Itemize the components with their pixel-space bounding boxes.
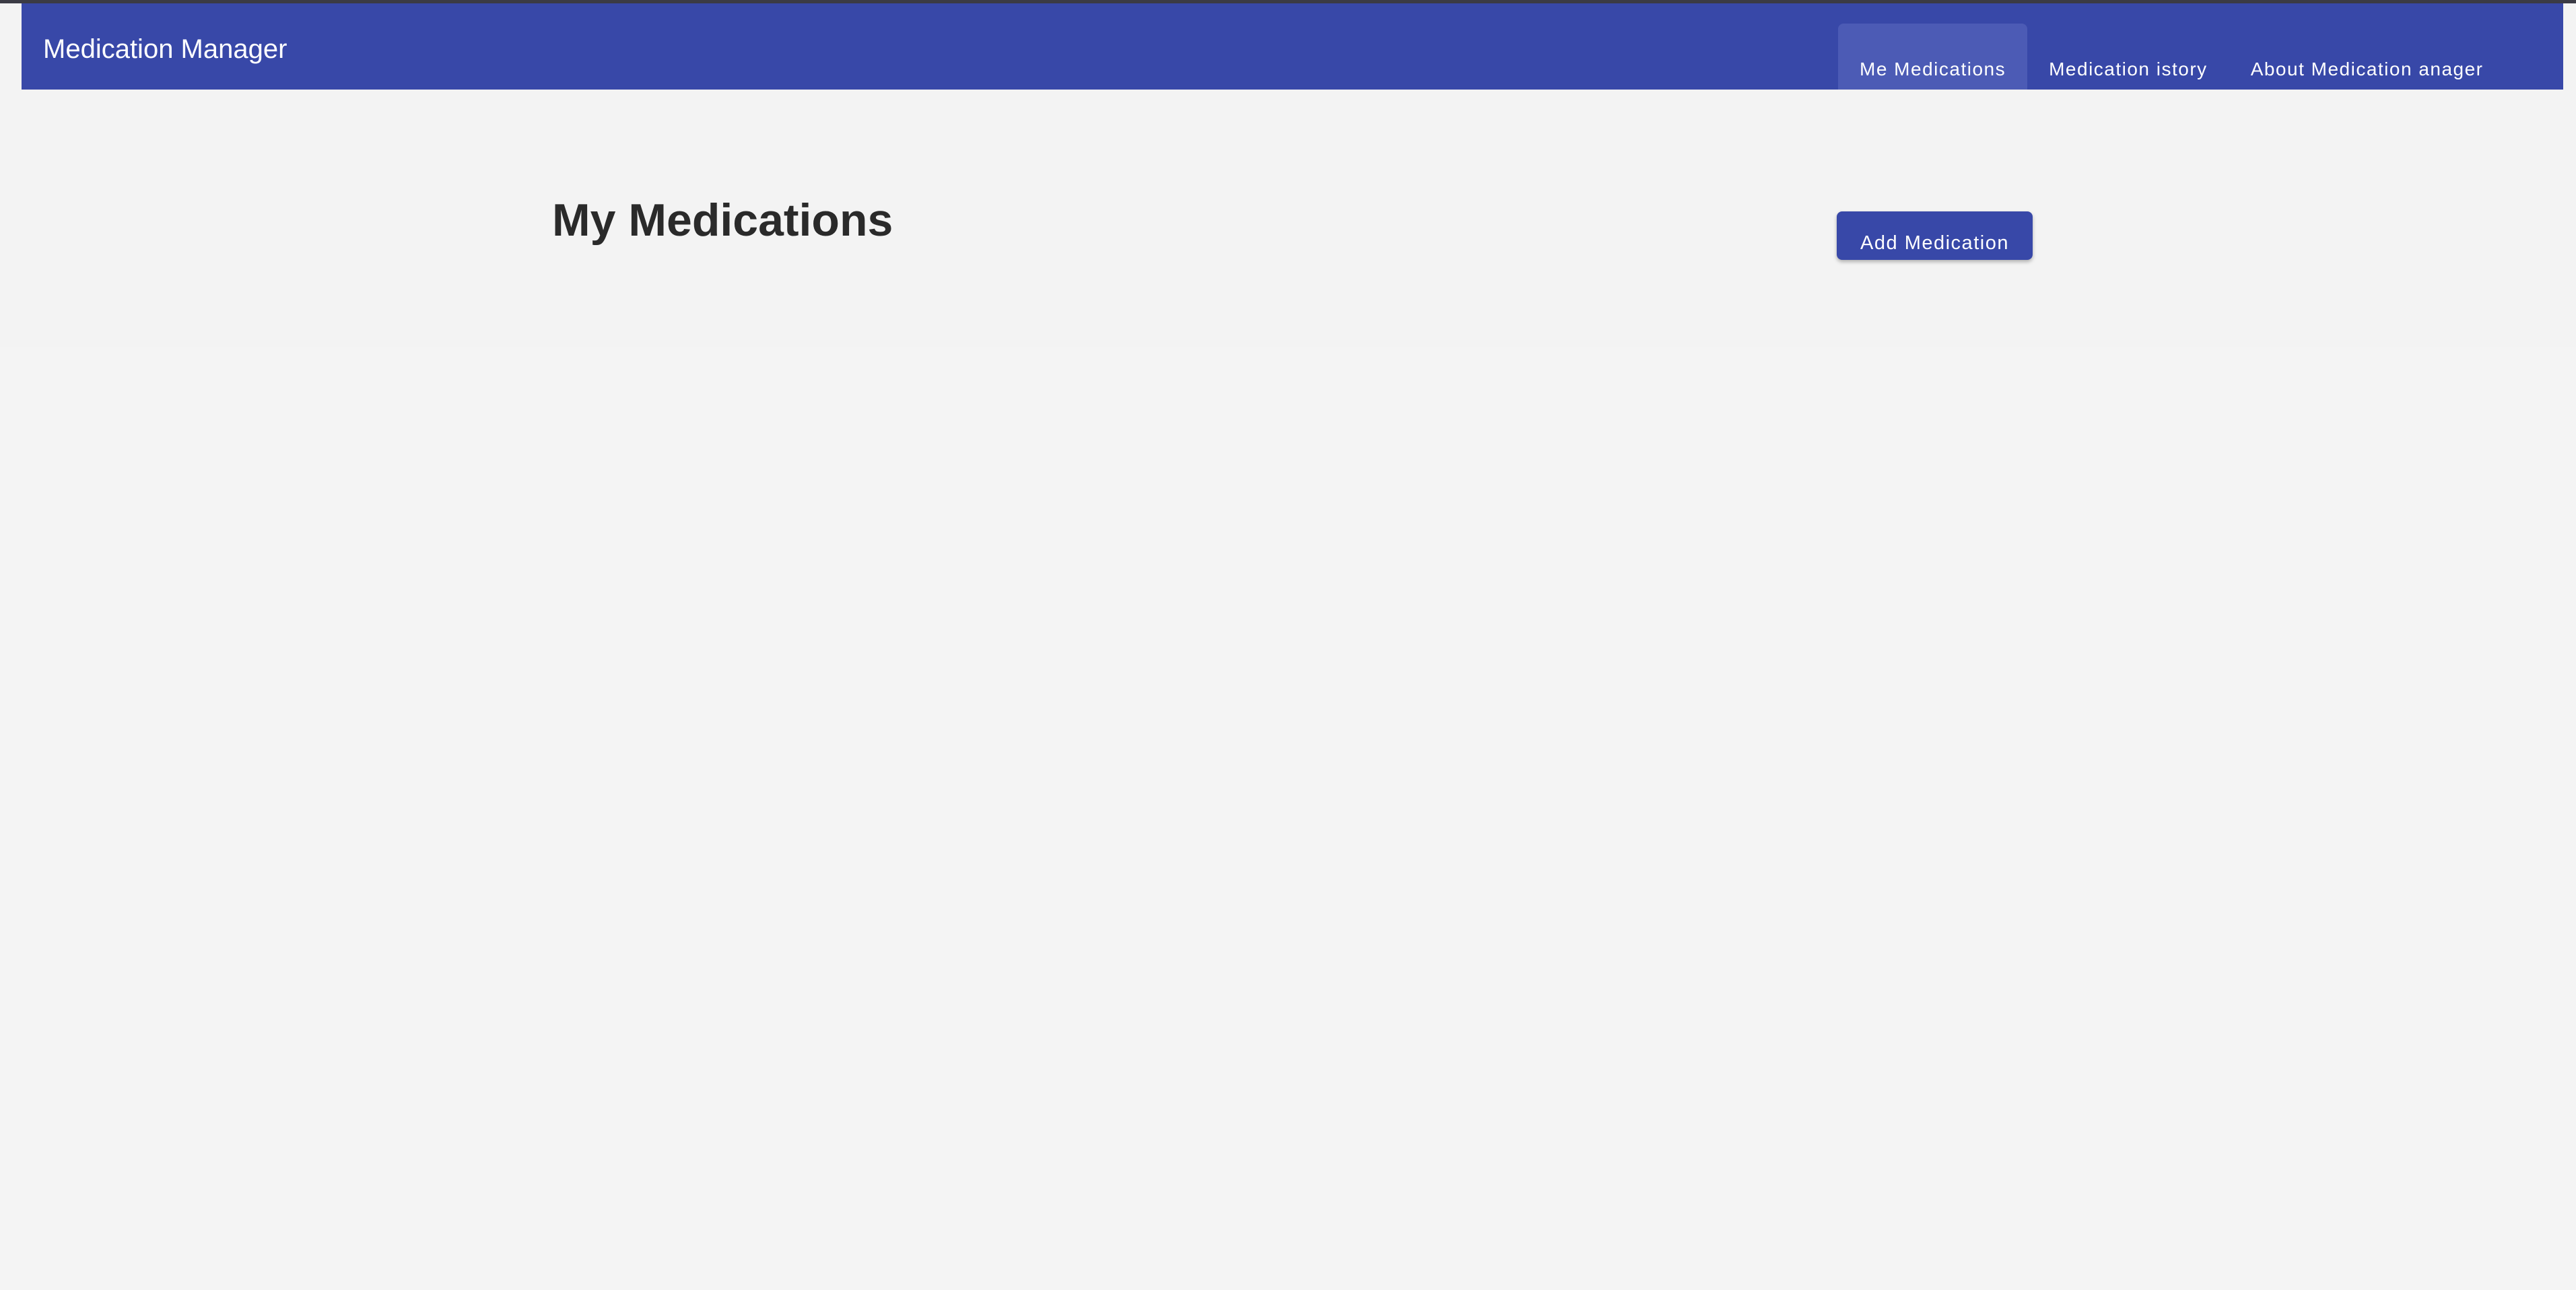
nav-item-medication-history[interactable]: Medication istory [2027, 24, 2229, 90]
add-medication-button[interactable]: Add Medication [1837, 211, 2033, 260]
main-content: My Medications Add Medication [0, 90, 2576, 347]
app-title: Medication Manager [43, 34, 287, 64]
top-navbar: Medication Manager Me Medications Medica… [22, 3, 2563, 90]
nav-item-about[interactable]: About Medication anager [2229, 24, 2505, 90]
main-nav: Me Medications Medication istory About M… [1838, 24, 2505, 90]
nav-item-my-medications[interactable]: Me Medications [1838, 24, 2028, 90]
page-background [0, 347, 2576, 1290]
page-title: My Medications [552, 195, 893, 246]
